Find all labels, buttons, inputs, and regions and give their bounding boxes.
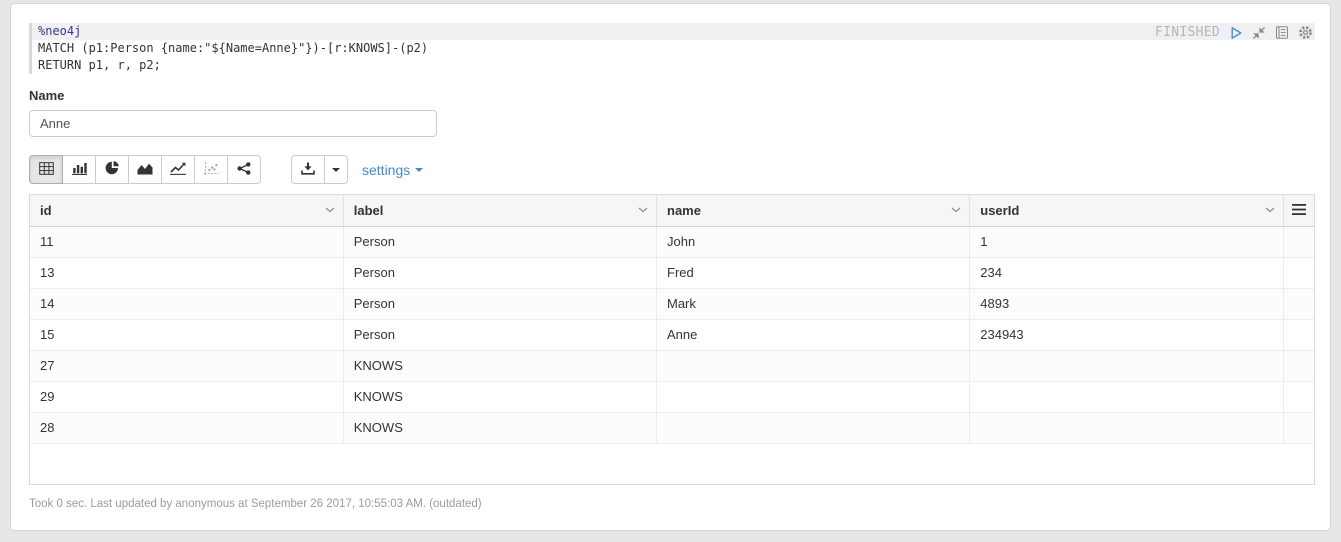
cell-name: Anne [657,319,970,350]
cell-userid [970,412,1283,443]
chart-type-group [29,155,261,184]
column-header-name[interactable]: name [657,195,970,226]
cell-userid: 234943 [970,319,1283,350]
cell-label: Person [343,319,656,350]
cell-label: KNOWS [343,381,656,412]
bar-chart-button[interactable] [62,155,96,184]
download-group [291,155,348,184]
caret-down-icon [332,168,340,172]
cell-menu [1283,226,1314,257]
cell-id: 15 [30,319,343,350]
cell-label: KNOWS [343,412,656,443]
chevron-down-icon [951,207,961,213]
table-header-row: id label name userId [30,195,1314,226]
paragraph-footer: Took 0 sec. Last updated by anonymous at… [29,498,1315,510]
table-row[interactable]: 14 Person Mark 4893 [30,288,1314,319]
column-label: userId [980,203,1019,218]
cell-menu [1283,412,1314,443]
cell-label: KNOWS [343,350,656,381]
table-row[interactable]: 11 Person John 1 [30,226,1314,257]
cell-id: 27 [30,350,343,381]
cell-menu [1283,257,1314,288]
compress-icon[interactable] [1252,26,1266,40]
download-button[interactable] [291,155,325,184]
cell-userid: 234 [970,257,1283,288]
download-caret-button[interactable] [324,155,348,184]
cell-name: Mark [657,288,970,319]
results-table: id label name userId [30,195,1314,444]
scatter-chart-icon [204,162,219,178]
table-row[interactable]: 28 KNOWS [30,412,1314,443]
chevron-down-icon [638,207,648,213]
cell-userid [970,381,1283,412]
share-icon [237,162,251,178]
cell-name [657,412,970,443]
name-field-label: Name [29,88,1315,103]
download-icon [301,162,315,178]
cell-id: 29 [30,381,343,412]
cell-id: 13 [30,257,343,288]
cell-label: Person [343,257,656,288]
pie-chart-icon [105,161,120,178]
line-chart-button[interactable] [161,155,195,184]
cell-name [657,350,970,381]
column-label: id [40,203,52,218]
code-line-match[interactable]: MATCH (p1:Person {name:"${Name=Anne}"})-… [32,40,1315,57]
table-row[interactable]: 13 Person Fred 234 [30,257,1314,288]
table-chart-button[interactable] [29,155,63,184]
cell-menu [1283,288,1314,319]
chevron-down-icon [325,207,335,213]
status-badge: FINISHED [1155,25,1220,40]
cell-id: 28 [30,412,343,443]
settings-toggle[interactable]: settings [362,162,423,178]
table-row[interactable]: 27 KNOWS [30,350,1314,381]
cell-menu [1283,381,1314,412]
column-label: name [667,203,701,218]
chevron-down-icon [1265,207,1275,213]
table-row[interactable]: 29 KNOWS [30,381,1314,412]
paragraph-controls: FINISHED [1155,25,1313,40]
code-line-interpreter[interactable]: %neo4j [32,23,1315,40]
line-chart-icon [170,162,186,178]
gear-icon[interactable] [1298,25,1313,40]
column-label: label [354,203,384,218]
cell-label: Person [343,226,656,257]
cell-userid: 4893 [970,288,1283,319]
bar-chart-icon [72,162,87,178]
table-row[interactable]: 15 Person Anne 234943 [30,319,1314,350]
name-input[interactable] [29,110,437,137]
cell-userid [970,350,1283,381]
column-header-label[interactable]: label [343,195,656,226]
table-menu-button[interactable] [1283,195,1314,226]
results-table-container: id label name userId [29,194,1315,485]
visualization-toolbar: settings [29,155,1315,184]
output-book-icon[interactable] [1275,26,1289,39]
share-chart-button[interactable] [227,155,261,184]
cell-name: Fred [657,257,970,288]
cell-id: 11 [30,226,343,257]
settings-label: settings [362,162,410,178]
cell-name [657,381,970,412]
play-icon[interactable] [1229,26,1243,40]
code-line-return[interactable]: RETURN p1, r, p2; [32,57,1315,74]
cell-id: 14 [30,288,343,319]
notebook-paragraph: %neo4j MATCH (p1:Person {name:"${Name=An… [10,3,1331,531]
column-header-userid[interactable]: userId [970,195,1283,226]
table-icon [39,162,54,178]
cell-label: Person [343,288,656,319]
area-chart-button[interactable] [128,155,162,184]
cell-menu [1283,319,1314,350]
cell-menu [1283,350,1314,381]
settings-caret-icon [415,168,423,172]
code-editor[interactable]: %neo4j MATCH (p1:Person {name:"${Name=An… [29,23,1315,74]
hamburger-icon [1292,204,1306,215]
cell-userid: 1 [970,226,1283,257]
area-chart-icon [137,162,153,178]
pie-chart-button[interactable] [95,155,129,184]
cell-name: John [657,226,970,257]
scatter-chart-button[interactable] [194,155,228,184]
column-header-id[interactable]: id [30,195,343,226]
